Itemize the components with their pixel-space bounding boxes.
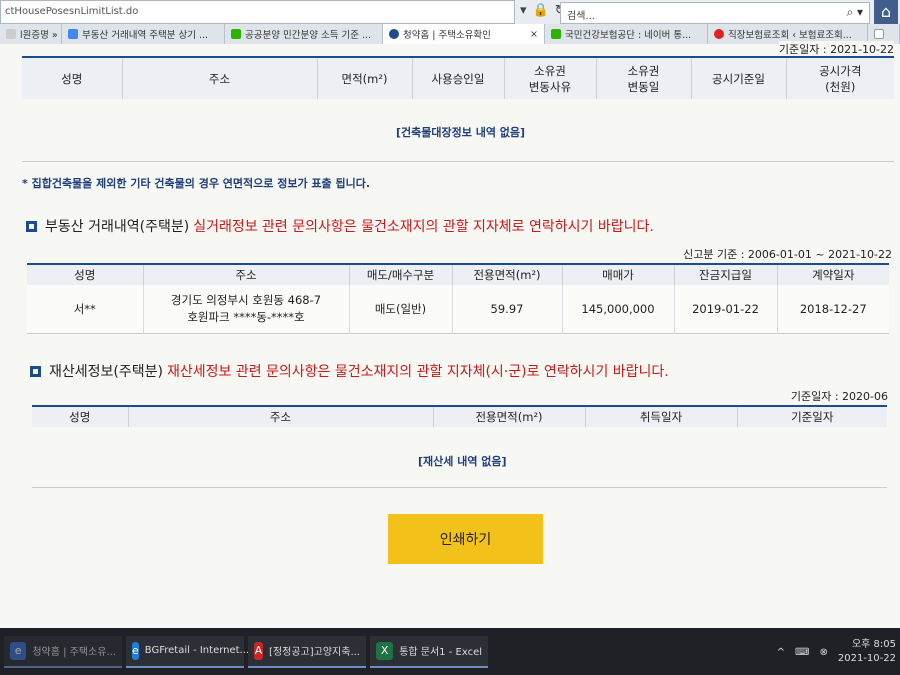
col-header: 주소 (122, 57, 318, 99)
col-header: 공시가격 (천원) (786, 57, 894, 99)
property-tax-table: 성명 주소 전용면적(m²) 취득일자 기준일자 (32, 405, 887, 427)
address-bar[interactable]: ctHousePosesnLimitList.do (0, 0, 515, 24)
building-empty-message: [건축물대장정보 내역 없음] (396, 126, 526, 139)
search-icon[interactable]: ⌕ ▾ (846, 5, 863, 20)
transaction-table: 성명 주소 매도/매수구분 전용면적(m²) 매매가 잔금지급일 계약일자 서*… (27, 263, 889, 334)
building-table: 성명 주소 면적(m²) 사용승인일 소유권 변동사유 소유권 변동일 공시기준… (22, 56, 894, 99)
clock-date: 2021-10-22 (837, 653, 896, 664)
property-tax-notice: 재산세정보 관련 문의사항은 물건소재지의 관할 지자체(시·군)로 연락하시기… (166, 364, 669, 380)
taskbar-item[interactable]: e 청약홈 | 주택소유... (4, 635, 122, 668)
edge-icon: e (10, 641, 27, 660)
col-header: 잔금지급일 (674, 264, 778, 285)
nhis-icon (714, 29, 724, 39)
col-header: 전용면적(m²) (452, 264, 563, 285)
excel-icon: X (376, 641, 394, 660)
section-bullet-icon (30, 365, 41, 377)
col-header: 기준일자 (737, 406, 887, 427)
clock-time: 8:05 (873, 639, 896, 650)
tab-0[interactable]: l원증명 » ... (0, 24, 62, 44)
building-ref-date: 기준일자 : 2021-10-22 (778, 41, 894, 57)
tab-favicon-icon (6, 29, 16, 39)
tab-1[interactable]: 부동산 거래내역 주택분 상기 ... (62, 24, 225, 44)
building-table-header: 성명 주소 면적(m²) 사용승인일 소유권 변동사유 소유권 변동일 공시기준… (22, 57, 894, 99)
col-header: 매도/매수구분 (349, 264, 453, 285)
divider (32, 487, 887, 488)
transaction-ref-date: 신고분 기준 : 2006-01-01 ~ 2021-10-22 (683, 248, 892, 261)
google-icon (68, 29, 78, 39)
col-header: 사용승인일 (412, 57, 505, 99)
taskbar-item[interactable]: X 통합 문서1 - Excel (370, 635, 488, 668)
col-header: 주소 (143, 264, 350, 285)
col-header: 소유권 변동사유 (504, 57, 597, 99)
taskbar: e 청약홈 | 주택소유... e BGFretail - Internet..… (0, 628, 900, 675)
applyhome-icon (389, 29, 399, 39)
tab-2[interactable]: 공공분양 민간분양 소득 기준 ... (225, 24, 383, 44)
cell-address: 경기도 의정부시 호원동 468-7 호원파크 ****동-****호 (143, 285, 350, 333)
print-button[interactable]: 인쇄하기 (388, 514, 543, 564)
cell-area: 59.97 (452, 285, 563, 333)
ie-icon: e (132, 641, 139, 660)
naver-icon (551, 29, 561, 39)
clock-ampm: 오후 (851, 639, 871, 650)
cell-price: 145,000,000 (562, 285, 675, 333)
col-header: 계약일자 (777, 264, 889, 285)
col-header: 소유권 변동일 (596, 57, 692, 99)
property-tax-section-title: 재산세정보(주택분) 재산세정보 관련 문의사항은 물건소재지의 관할 지자체(… (30, 361, 669, 381)
table-row: 서** 경기도 의정부시 호원동 468-7 호원파크 ****동-****호 … (27, 285, 889, 333)
cell-contract-date: 2018-12-27 (799, 301, 867, 316)
col-header: 성명 (22, 57, 123, 99)
col-header: 취득일자 (585, 406, 738, 427)
naver-icon (231, 29, 241, 39)
tab-strip: l원증명 » ... 부동산 거래내역 주택분 상기 ... 공공분양 민간분양… (0, 24, 900, 44)
cell-balance-date: 2019-01-22 (674, 285, 778, 333)
property-tax-empty-message: [재산세 내역 없음] (418, 455, 507, 468)
col-header: 성명 (27, 264, 144, 285)
col-header: 면적(m²) (317, 57, 413, 99)
property-tax-ref-date: 기준일자 : 2020-06 (790, 390, 888, 403)
system-tray: ^ ⌨ ⊗ 오후 8:05 2021-10-22 (777, 632, 896, 672)
col-header: 공시기준일 (691, 57, 787, 99)
transaction-table-header: 성명 주소 매도/매수구분 전용면적(m²) 매매가 잔금지급일 계약일자 (27, 264, 889, 285)
col-header: 매매가 (562, 264, 675, 285)
property-tax-title: 재산세정보(주택분) (49, 364, 163, 380)
cell-type: 매도(일반) (349, 285, 453, 333)
chevron-up-icon[interactable]: ^ (777, 647, 785, 658)
divider (22, 161, 894, 162)
property-tax-table-header: 성명 주소 전용면적(m²) 취득일자 기준일자 (32, 406, 887, 427)
new-tab-icon (874, 29, 884, 39)
tab-close-icon[interactable]: × (530, 29, 538, 40)
col-header: 주소 (128, 406, 434, 427)
col-header: 전용면적(m²) (433, 406, 586, 427)
browser-chrome: ctHousePosesnLimitList.do ▾🔒↻ 검색... ⌕ ▾ … (0, 0, 900, 44)
page-content: 기준일자 : 2021-10-22 성명 주소 면적(m²) 사용승인일 소유권… (0, 41, 900, 628)
tab-active[interactable]: 청약홈 | 주택소유확인 × (383, 24, 545, 44)
keyboard-icon[interactable]: ⌨ (795, 647, 809, 658)
home-icon[interactable]: ⌂ (874, 0, 898, 24)
taskbar-item[interactable]: A [정정공고]고양지축... (248, 635, 366, 668)
tab-4[interactable]: 국민건강보험공단 : 네이버 통... (545, 24, 708, 44)
search-input[interactable]: 검색... ⌕ ▾ (560, 2, 870, 24)
network-icon[interactable]: ⊗ (819, 647, 827, 658)
building-note: * 집합건축물을 제외한 기타 건축물의 경우 연면적으로 정보가 표출 됩니다… (22, 177, 370, 190)
col-header: 성명 (32, 406, 129, 427)
clock[interactable]: 오후 8:05 2021-10-22 (838, 638, 896, 666)
taskbar-item[interactable]: e BGFretail - Internet... (126, 635, 249, 668)
pdf-icon: A (254, 641, 264, 660)
transaction-section-title: 부동산 거래내역(주택분) 실거래정보 관련 문의사항은 물건소재지의 관할 지… (26, 216, 654, 236)
search-placeholder: 검색... (567, 11, 595, 22)
section-bullet-icon (26, 220, 37, 232)
cell-name: 서** (27, 285, 144, 333)
transaction-notice: 실거래정보 관련 문의사항은 물건소재지의 관할 지자체로 연락하시기 바랍니다… (193, 219, 654, 235)
transaction-title: 부동산 거래내역(주택분) (45, 219, 190, 235)
